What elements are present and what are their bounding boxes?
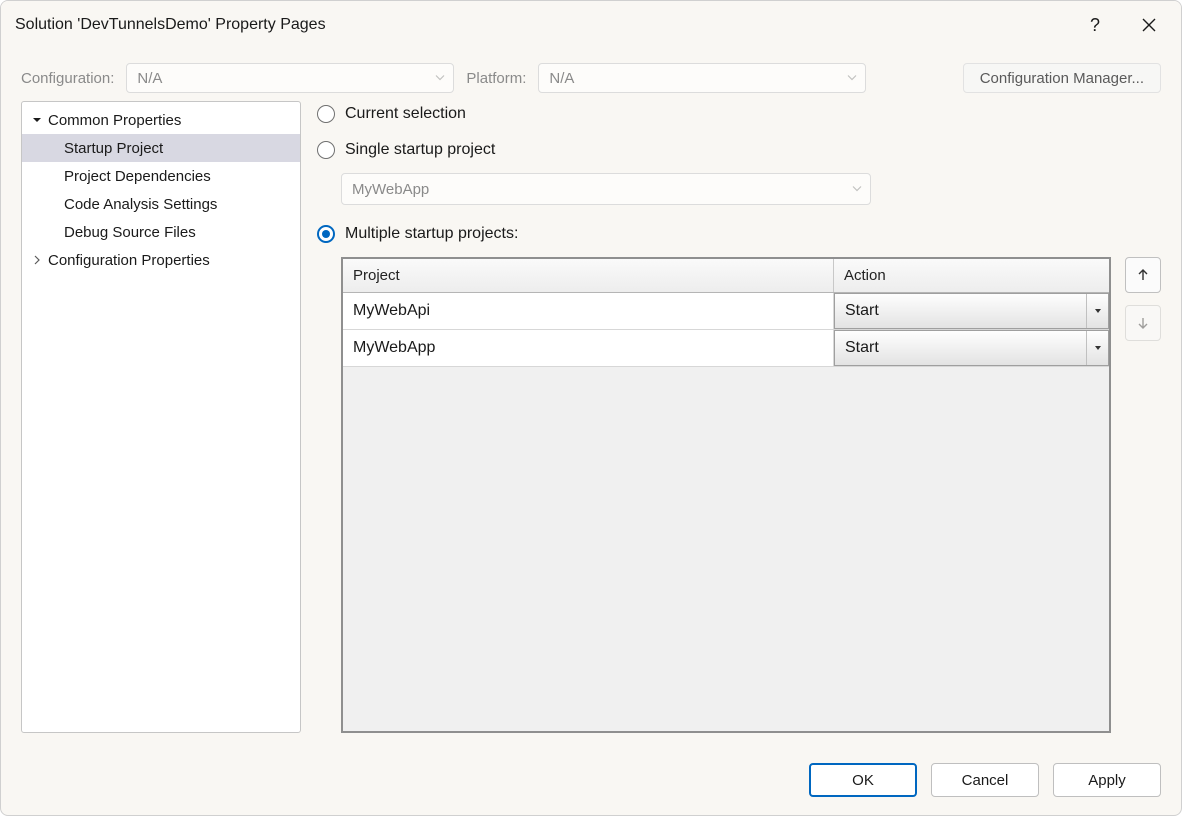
startup-project-panel: Current selection Single startup project… [317, 101, 1161, 733]
startup-projects-grid[interactable]: Project Action MyWebApi Start [341, 257, 1111, 733]
action-value: Start [845, 339, 879, 357]
action-select[interactable]: Start [834, 293, 1109, 329]
grid-row[interactable]: MyWebApi Start [343, 293, 1109, 330]
tree-label: Project Dependencies [64, 168, 211, 185]
reorder-buttons [1125, 257, 1161, 733]
cell-action: Start [834, 330, 1109, 366]
arrow-down-icon [1136, 316, 1150, 330]
property-pages-dialog: Solution 'DevTunnelsDemo' Property Pages… [0, 0, 1182, 816]
single-startup-select[interactable]: MyWebApp [341, 173, 871, 205]
radio-single-startup[interactable]: Single startup project [317, 141, 1161, 159]
tree-item-startup-project[interactable]: Startup Project [22, 134, 300, 162]
move-down-button[interactable] [1125, 305, 1161, 341]
chevron-down-icon [847, 70, 857, 87]
apply-button[interactable]: Apply [1053, 763, 1161, 797]
header-project[interactable]: Project [343, 259, 834, 292]
platform-select[interactable]: N/A [538, 63, 866, 93]
action-value: Start [845, 302, 879, 320]
tree-item-common-properties[interactable]: Common Properties [22, 106, 300, 134]
configuration-select[interactable]: N/A [126, 63, 454, 93]
category-tree[interactable]: Common Properties Startup Project Projec… [21, 101, 301, 733]
close-icon [1142, 18, 1156, 32]
configuration-manager-button[interactable]: Configuration Manager... [963, 63, 1161, 93]
tree-item-code-analysis-settings[interactable]: Code Analysis Settings [22, 190, 300, 218]
chevron-down-icon [435, 70, 445, 87]
cell-project: MyWebApp [343, 330, 834, 366]
tree-label: Debug Source Files [64, 224, 196, 241]
arrow-up-icon [1136, 268, 1150, 282]
configuration-value: N/A [137, 70, 162, 87]
dialog-footer: OK Cancel Apply [1, 749, 1181, 815]
help-button[interactable]: ? [1083, 13, 1107, 37]
radio-icon [317, 141, 335, 159]
header-action[interactable]: Action [834, 259, 1109, 292]
chevron-down-icon [852, 181, 862, 198]
platform-label: Platform: [466, 70, 526, 87]
close-button[interactable] [1137, 13, 1161, 37]
tree-item-debug-source-files[interactable]: Debug Source Files [22, 218, 300, 246]
tree-label: Configuration Properties [48, 252, 210, 269]
radio-label: Single startup project [345, 141, 495, 159]
tree-item-project-dependencies[interactable]: Project Dependencies [22, 162, 300, 190]
single-startup-value: MyWebApp [352, 181, 429, 198]
tree-item-configuration-properties[interactable]: Configuration Properties [22, 246, 300, 274]
tree-label: Code Analysis Settings [64, 196, 217, 213]
cancel-button[interactable]: Cancel [931, 763, 1039, 797]
tree-label: Startup Project [64, 140, 163, 157]
platform-value: N/A [549, 70, 574, 87]
ok-button[interactable]: OK [809, 763, 917, 797]
radio-multiple-startup[interactable]: Multiple startup projects: [317, 225, 1161, 243]
titlebar: Solution 'DevTunnelsDemo' Property Pages… [1, 1, 1181, 49]
chevron-down-icon [1086, 294, 1108, 328]
grid-header: Project Action [343, 259, 1109, 293]
radio-label: Multiple startup projects: [345, 225, 518, 243]
move-up-button[interactable] [1125, 257, 1161, 293]
cell-action: Start [834, 293, 1109, 329]
configuration-label: Configuration: [21, 70, 114, 87]
expand-collapse-icon[interactable] [30, 253, 44, 267]
cell-project: MyWebApi [343, 293, 834, 329]
action-select[interactable]: Start [834, 330, 1109, 366]
radio-label: Current selection [345, 105, 466, 123]
multiple-startup-area: Project Action MyWebApi Start [341, 257, 1161, 733]
radio-current-selection[interactable]: Current selection [317, 105, 1161, 123]
tree-label: Common Properties [48, 112, 181, 129]
grid-row[interactable]: MyWebApp Start [343, 330, 1109, 367]
expand-collapse-icon[interactable] [30, 113, 44, 127]
grid-body: MyWebApi Start MyWebApp [343, 293, 1109, 731]
radio-icon [317, 225, 335, 243]
chevron-down-icon [1086, 331, 1108, 365]
dialog-body: Common Properties Startup Project Projec… [1, 101, 1181, 749]
configuration-bar: Configuration: N/A Platform: N/A Configu… [1, 49, 1181, 101]
radio-icon [317, 105, 335, 123]
window-title: Solution 'DevTunnelsDemo' Property Pages [15, 16, 1083, 34]
